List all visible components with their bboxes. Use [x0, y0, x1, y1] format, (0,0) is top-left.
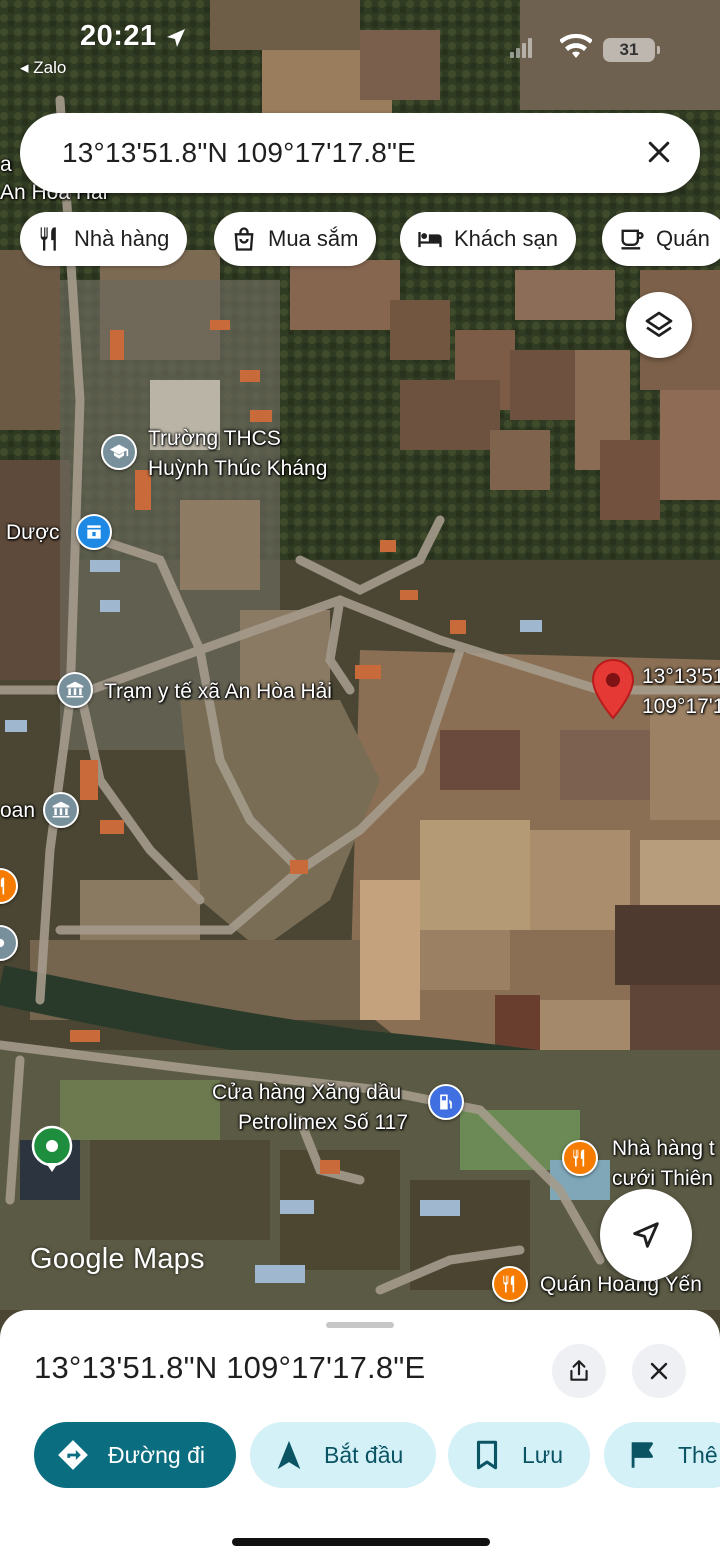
cellular-signal-icon	[510, 38, 532, 58]
shopping-bag-icon	[234, 227, 254, 251]
chip-cafes[interactable]: Quán	[602, 212, 720, 266]
chip-hotels[interactable]: Khách sạn	[400, 212, 576, 266]
add-label-button[interactable]: Thê	[604, 1422, 720, 1488]
chip-label: Nhà hàng	[74, 226, 170, 251]
chip-label: Quán	[656, 226, 710, 251]
fork-knife-icon	[503, 1275, 515, 1293]
navigation-arrow-icon	[633, 1222, 659, 1248]
gas-station-poi[interactable]	[428, 1084, 464, 1120]
restaurant-label-2: cưới Thiên	[612, 1167, 713, 1190]
store-icon	[87, 525, 101, 539]
school-label-2: Huỳnh Thúc Kháng	[148, 457, 328, 480]
quan-poi[interactable]	[492, 1266, 528, 1302]
pharmacy-poi[interactable]	[76, 514, 112, 550]
health-station-label: Trạm y tế xã An Hòa Hải	[104, 680, 332, 703]
start-label: Bắt đầu	[324, 1441, 404, 1468]
fuel-pump-icon	[440, 1094, 452, 1110]
top-left-label-a: a	[0, 153, 12, 176]
share-button[interactable]	[552, 1344, 606, 1398]
close-icon[interactable]	[644, 137, 674, 167]
restaurant-poi[interactable]	[562, 1140, 598, 1176]
gas-station-label-1: Cửa hàng Xăng dầu	[212, 1081, 402, 1104]
school-label-1: Trường THCS	[148, 427, 281, 450]
back-chevron-icon: ◂	[20, 58, 29, 77]
civic-building-icon	[66, 681, 84, 698]
civic-building-icon	[52, 801, 70, 818]
green-place-pin-icon[interactable]	[30, 1124, 74, 1174]
pin-coord-label-1: 13°13'51.	[642, 665, 720, 688]
gas-station-label-2: Petrolimex Số 117	[238, 1111, 409, 1134]
health-station-poi[interactable]	[57, 672, 93, 708]
restaurant-label-1: Nhà hàng t	[612, 1137, 715, 1160]
location-arrow-icon	[167, 29, 185, 47]
chip-label: Khách sạn	[454, 226, 558, 251]
chip-label: Mua sắm	[268, 226, 359, 251]
my-location-button[interactable]	[600, 1189, 692, 1281]
bed-icon	[418, 232, 442, 248]
save-button[interactable]: Lưu	[448, 1422, 590, 1488]
sheet-drag-handle[interactable]	[326, 1322, 394, 1328]
directions-icon	[58, 1440, 88, 1470]
save-label: Lưu	[522, 1441, 563, 1468]
dropped-pin-icon[interactable]	[590, 658, 636, 720]
layers-button[interactable]	[626, 292, 692, 358]
quan-label: Quán Hoàng Yến	[540, 1273, 702, 1296]
fork-knife-icon	[40, 227, 56, 251]
place-icon	[0, 938, 5, 948]
directions-button[interactable]: Đường đi	[34, 1422, 236, 1488]
civic-poi[interactable]	[43, 792, 79, 828]
directions-label: Đường đi	[108, 1441, 205, 1468]
close-icon	[650, 1362, 668, 1380]
pharmacy-label: Dược	[6, 521, 60, 544]
chip-shopping[interactable]: Mua sắm	[214, 212, 377, 266]
home-indicator[interactable]	[232, 1538, 490, 1546]
cup-icon	[621, 229, 644, 250]
share-icon	[570, 1360, 588, 1381]
search-query[interactable]: 13°13'51.8"N 109°17'17.8"E	[62, 137, 416, 169]
pin-coord-label-2: 109°17'1	[642, 695, 720, 718]
back-to-app-link[interactable]: ◂ Zalo	[20, 58, 66, 78]
status-time: 20:21	[80, 20, 157, 52]
chip-restaurants[interactable]: Nhà hàng	[20, 212, 188, 266]
sheet-close-button[interactable]	[632, 1344, 686, 1398]
place-bottom-sheet[interactable]: 13°13'51.8"N 109°17'17.8"E Đường đi Bắt …	[0, 1310, 720, 1560]
layers-icon	[645, 311, 673, 337]
back-app-label: Zalo	[33, 58, 67, 77]
school-poi[interactable]	[101, 434, 137, 470]
start-button[interactable]: Bắt đầu	[250, 1422, 436, 1488]
graduation-cap-icon	[109, 444, 129, 459]
fork-knife-icon	[573, 1149, 585, 1167]
search-bar[interactable]: 13°13'51.8"N 109°17'17.8"E	[20, 113, 700, 193]
fork-knife-icon	[0, 877, 5, 895]
battery-indicator: 31	[603, 38, 660, 62]
bookmark-icon	[476, 1440, 498, 1470]
wifi-icon	[560, 34, 592, 58]
flag-icon	[631, 1442, 653, 1468]
partial-label: oan	[0, 799, 36, 822]
category-chips: Nhà hàng Mua sắm Khách sạn Quán	[20, 212, 720, 268]
google-maps-logo: Google Maps	[30, 1243, 205, 1275]
navigation-arrow-icon	[277, 1440, 301, 1470]
place-title: 13°13'51.8"N 109°17'17.8"E	[34, 1350, 426, 1385]
add-label-label: Thê	[678, 1441, 718, 1468]
action-buttons: Đường đi Bắt đầu Lưu Thê	[0, 1422, 720, 1492]
status-bar: 20:21 ◂ Zalo 31	[0, 0, 720, 80]
